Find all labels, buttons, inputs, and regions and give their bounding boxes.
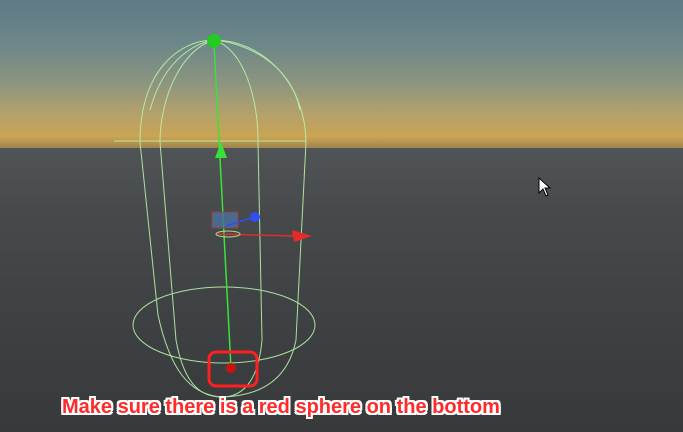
transform-gizmo[interactable] bbox=[211, 211, 312, 242]
z-axis-handle[interactable] bbox=[250, 212, 260, 222]
annotation-caption: Make sure there is a red sphere on the b… bbox=[62, 396, 500, 418]
x-axis-arrow-icon[interactable] bbox=[292, 230, 312, 242]
scene-gizmos bbox=[114, 34, 316, 398]
y-axis-gizmo[interactable] bbox=[207, 34, 232, 369]
xz-plane-handle[interactable] bbox=[211, 211, 239, 229]
top-sphere-handle[interactable] bbox=[207, 34, 221, 48]
arrow-cursor-icon bbox=[538, 177, 552, 197]
capsule-top-cap bbox=[149, 39, 301, 111]
y-axis-arrow-icon[interactable] bbox=[215, 142, 227, 158]
capsule-outline-left bbox=[139, 39, 223, 398]
x-axis-line[interactable] bbox=[215, 233, 297, 237]
bottom-red-sphere[interactable] bbox=[226, 363, 236, 373]
scene-viewport[interactable]: Make sure there is a red sphere on the b… bbox=[0, 0, 683, 432]
